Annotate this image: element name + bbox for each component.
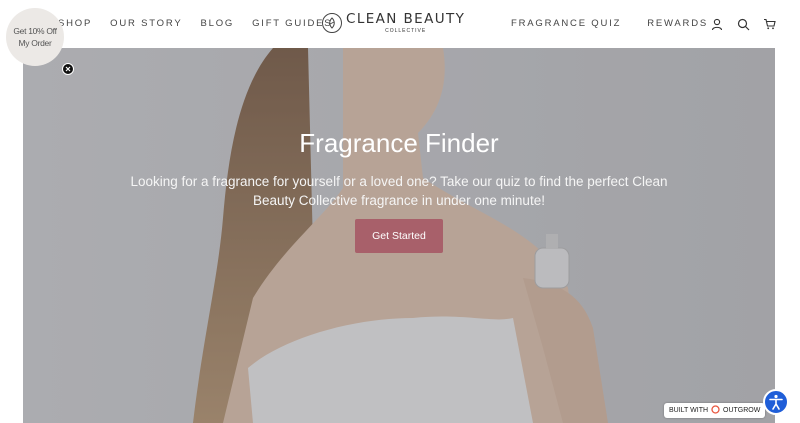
built-with-outgrow-badge[interactable]: BUILT WITH OUTGROW [664,403,766,418]
logo-main-text: CLEAN BEAUTY [346,11,466,27]
site-logo[interactable]: CLEAN BEAUTY COLLECTIVE [322,11,466,34]
cart-icon[interactable] [761,16,777,32]
nav-left: SHOP OUR STORY BLOG GIFT GUIDES [58,18,350,29]
discount-line-1: Get 10% Off [13,26,57,36]
discount-line-2: My Order [18,38,52,48]
logo-sub-text: COLLECTIVE [385,27,427,34]
logo-emblem-icon [322,13,342,34]
nav-fragrance-quiz[interactable]: FRAGRANCE QUIZ [511,18,621,29]
hero-section: Fragrance Finder Looking for a fragrance… [23,48,775,423]
nav-gift-guides[interactable]: GIFT GUIDES [252,18,332,29]
get-started-button[interactable]: Get Started [355,219,443,253]
outgrow-logo-icon [711,405,720,416]
search-icon[interactable] [735,16,751,32]
logo-text: CLEAN BEAUTY COLLECTIVE [346,11,466,34]
nav-our-story[interactable]: OUR STORY [110,18,182,29]
nav-blog[interactable]: BLOG [200,18,234,29]
account-icon[interactable] [709,16,725,32]
discount-bubble[interactable]: Get 10% Off My Order [6,8,64,66]
nav-right: FRAGRANCE QUIZ REWARDS [511,18,734,29]
close-icon[interactable] [62,63,74,75]
hero-title: Fragrance Finder [299,128,499,158]
nav-rewards[interactable]: REWARDS [647,18,708,29]
outgrow-brand: OUTGROW [723,407,761,414]
accessibility-icon[interactable] [763,389,789,415]
built-with-label: BUILT WITH [669,407,709,414]
hero-description: Looking for a fragrance for yourself or … [130,174,668,208]
site-header: SHOP OUR STORY BLOG GIFT GUIDES CLEAN BE… [0,0,800,48]
nav-shop[interactable]: SHOP [58,18,92,29]
